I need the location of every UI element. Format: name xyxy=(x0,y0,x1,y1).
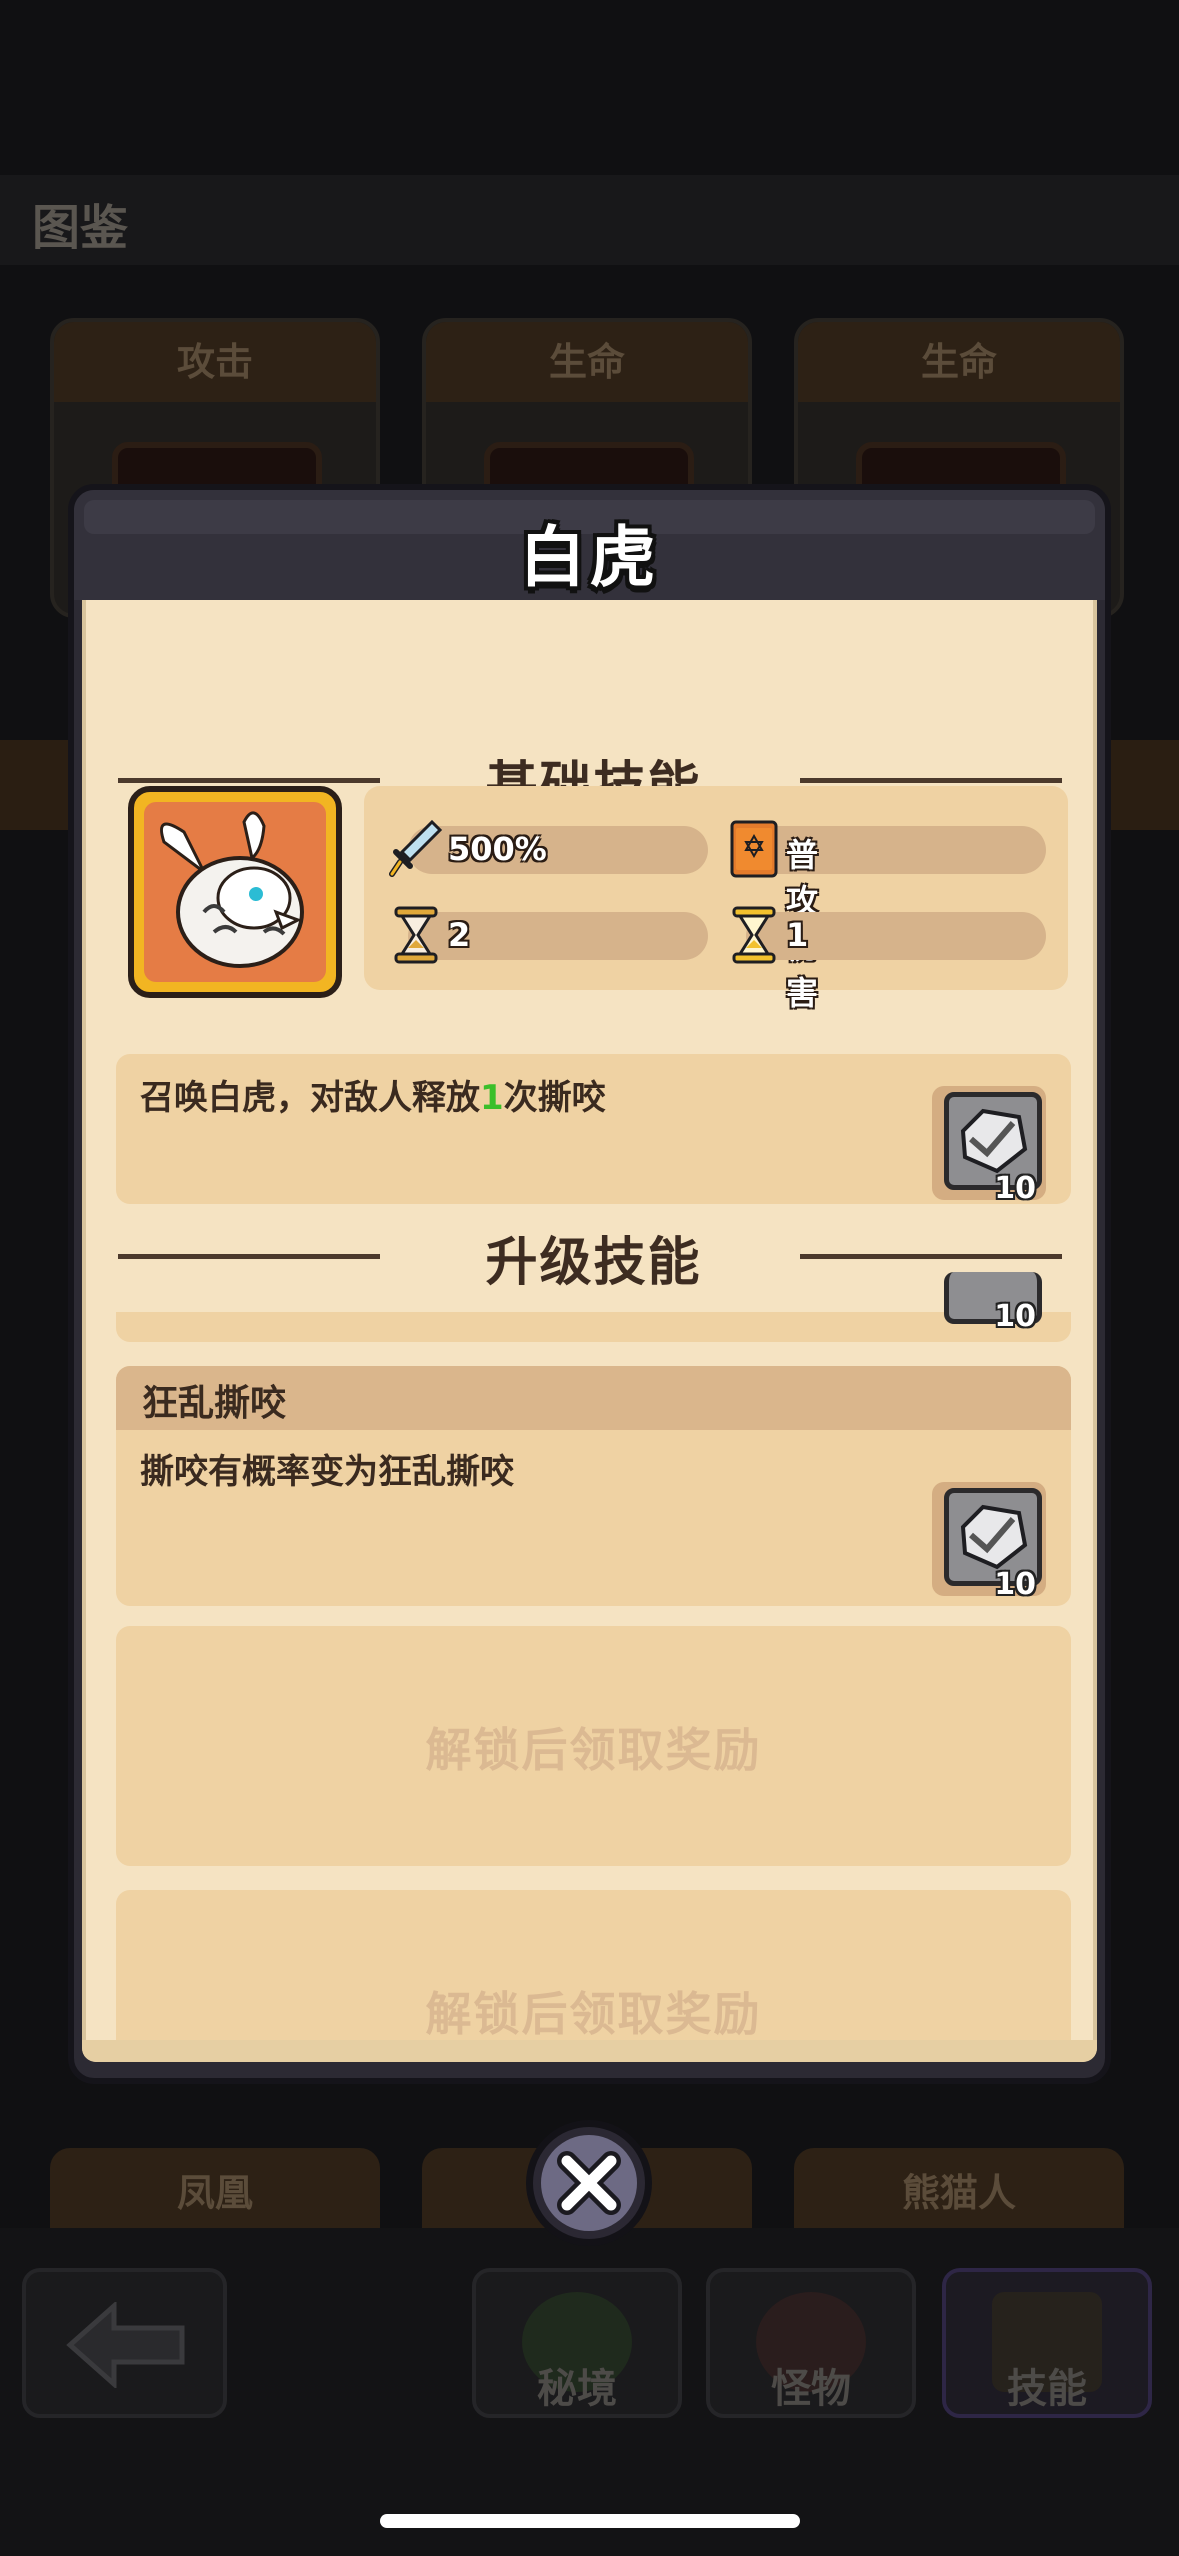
locked-reward-card: 解锁后领取奖励 xyxy=(116,1890,1071,2058)
nav-label: 怪物 xyxy=(771,2366,851,2412)
golden-hourglass-icon xyxy=(732,906,776,964)
nav-label: 秘境 xyxy=(537,2366,617,2412)
locked-text: 解锁后领取奖励 xyxy=(425,1987,762,2041)
locked-text: 解锁后领取奖励 xyxy=(425,1723,762,1777)
stat-value: 2 xyxy=(448,916,471,954)
stone-count: 10 xyxy=(994,1567,1036,1602)
nav-monster[interactable]: 怪物 xyxy=(706,2268,916,2418)
modal-content[interactable]: 基础技能 xyxy=(82,600,1097,2062)
basic-skill-card: 召唤白虎，对敌人释放1次撕咬 10 xyxy=(116,1054,1071,1206)
close-button[interactable] xyxy=(526,2120,652,2246)
close-icon xyxy=(557,2151,621,2215)
stone-count: 10 xyxy=(994,1299,1036,1334)
bg-card-label: 生命 xyxy=(798,322,1120,402)
white-tiger-icon xyxy=(160,811,304,968)
stat-value: 500% xyxy=(448,830,547,868)
skill-description: 召唤白虎，对敌人释放1次撕咬 xyxy=(140,1078,606,1118)
bg-card-label: 凤凰 xyxy=(50,2148,380,2228)
bg-header xyxy=(0,175,1179,265)
bg-card-label: 熊猫人 xyxy=(794,2148,1124,2228)
bg-card-label: 生命 xyxy=(426,322,748,402)
locked-reward-card: 解锁后领取奖励 xyxy=(116,1626,1071,1866)
home-indicator xyxy=(380,2514,800,2528)
stat-value: 1 xyxy=(786,916,809,954)
nav-skill[interactable]: 技能 xyxy=(942,2268,1152,2418)
stone-count: 10 xyxy=(994,1171,1036,1206)
modal-title: 白虎 xyxy=(519,519,660,596)
sword-icon xyxy=(389,819,443,877)
hourglass-icon xyxy=(394,906,438,964)
skill-name: 狂乱撕咬 xyxy=(142,1383,287,1424)
nav-secret-realm[interactable]: 秘境 xyxy=(472,2268,682,2418)
divider xyxy=(800,778,1062,783)
arrow-left-icon xyxy=(66,2302,185,2388)
back-button[interactable] xyxy=(22,2268,227,2418)
upgrade-skill-card: 狂乱撕咬 撕咬有概率变为狂乱撕咬 10 xyxy=(116,1366,1071,1606)
skill-description: 撕咬有概率变为狂乱撕咬 xyxy=(140,1452,514,1492)
stone-reward[interactable]: 10 xyxy=(932,1482,1046,1602)
stone-reward[interactable]: 10 xyxy=(932,1086,1046,1206)
nav-label: 技能 xyxy=(1007,2366,1087,2412)
upgrade-skill-card-partial: 10 xyxy=(116,1272,1071,1342)
modal-header: 白虎 xyxy=(74,490,1105,600)
skill-title-bar: 狂乱撕咬 xyxy=(116,1366,1071,1430)
skill-stats-panel: 500% 普攻伤害 2 xyxy=(364,786,1068,1012)
bg-card-label: 攻击 xyxy=(54,322,376,402)
white-tiger-portrait xyxy=(128,786,342,998)
bg-page-title: 图鉴 xyxy=(32,200,129,256)
skill-detail-modal: 白虎 基础技能 xyxy=(68,484,1111,2084)
spellbook-icon xyxy=(730,820,778,878)
stone-reward[interactable]: 10 xyxy=(932,1222,1046,1334)
bg-stripe xyxy=(1110,740,1179,830)
